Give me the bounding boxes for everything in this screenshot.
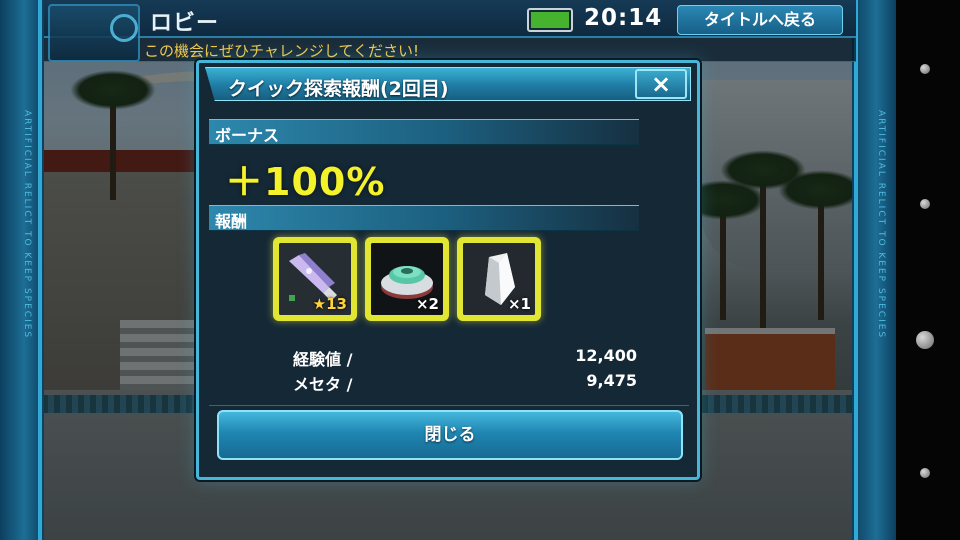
reward-item[interactable]: ×2 <box>365 237 449 321</box>
system-nav-bar <box>896 0 960 540</box>
disc-capsule-icon: ×2 <box>371 243 443 315</box>
reward-label: 報酬 <box>215 212 248 231</box>
home-icon[interactable] <box>916 331 934 349</box>
ticker-text: この機会にぜひチャレンジしてください! <box>144 42 419 60</box>
clock: 20:14 <box>584 5 663 31</box>
item-quantity: ×1 <box>507 295 531 313</box>
nav-dot-icon[interactable] <box>920 199 930 209</box>
back-to-title-button[interactable]: タイトルへ戻る <box>677 5 843 35</box>
weapon-icon: ★13 <box>279 243 351 315</box>
left-frame: ARTIFICIAL RELICT TO KEEP SPECIES <box>0 0 44 540</box>
right-frame-text: ARTIFICIAL RELICT TO KEEP SPECIES <box>876 110 886 340</box>
bonus-section-header: ボーナス <box>209 119 639 145</box>
right-frame: ARTIFICIAL RELICT TO KEEP SPECIES <box>852 0 896 540</box>
nav-dot-icon[interactable] <box>920 468 930 478</box>
bonus-label: ボーナス <box>215 126 280 145</box>
player-emblem[interactable] <box>48 4 140 62</box>
close-dialog-button[interactable]: 閉じる <box>217 410 683 460</box>
item-quantity: ×2 <box>415 295 439 313</box>
item-rarity: ★13 <box>312 295 347 313</box>
quick-explore-reward-dialog: クイック探索報酬(2回目) × ボーナス ＋100% 報酬 ★13 ×2 ×1 … <box>196 60 700 480</box>
screen-title: ロビー <box>150 11 220 36</box>
meseta-label: メセタ / <box>293 375 353 394</box>
reward-section-header: 報酬 <box>209 205 639 231</box>
dialog-title: クイック探索報酬(2回目) <box>228 78 449 100</box>
battery-icon <box>527 8 573 32</box>
reward-item[interactable]: ×1 <box>457 237 541 321</box>
close-icon: × <box>650 70 672 98</box>
left-frame-text: ARTIFICIAL RELICT TO KEEP SPECIES <box>22 110 32 340</box>
crystal-icon: ×1 <box>463 243 535 315</box>
news-ticker: この機会にぜひチャレンジしてください! <box>44 38 856 62</box>
reward-item[interactable]: ★13 <box>273 237 357 321</box>
exp-label: 経験値 / <box>293 350 353 369</box>
exp-value: 12,400 <box>575 346 637 365</box>
divider <box>209 405 689 406</box>
meseta-value: 9,475 <box>586 371 637 390</box>
emblem-ring-icon <box>110 14 138 42</box>
nav-dot-icon[interactable] <box>920 64 930 74</box>
close-button[interactable]: × <box>635 69 687 99</box>
dialog-header: クイック探索報酬(2回目) <box>205 67 691 101</box>
bonus-value: ＋100% <box>225 160 386 204</box>
